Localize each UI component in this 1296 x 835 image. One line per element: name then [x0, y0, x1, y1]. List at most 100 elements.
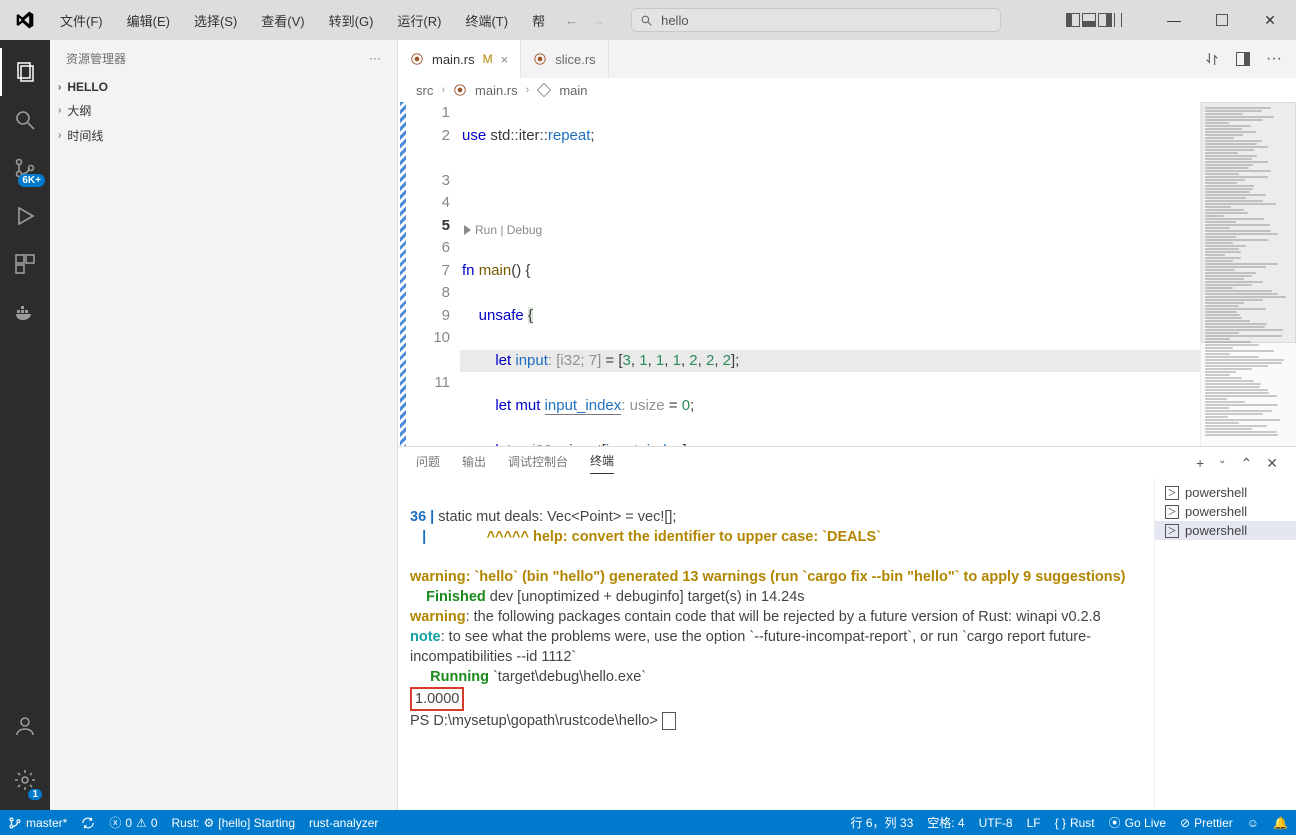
rust-file-icon — [410, 52, 424, 66]
new-terminal-icon[interactable]: + — [1196, 455, 1204, 472]
terminal-dropdown-icon[interactable]: ⌄ — [1218, 455, 1226, 472]
nav-arrows: ← → — [565, 13, 605, 28]
status-prettier[interactable]: ⊘ Prettier — [1180, 814, 1233, 831]
panel-tab-problems[interactable]: 问题 — [416, 453, 440, 474]
sidebar-title: 资源管理器 — [66, 50, 126, 67]
terminal-item[interactable]: ＞powershell — [1155, 521, 1296, 540]
sidebar-section-outline[interactable]: ›大纲 — [50, 98, 397, 123]
status-eol[interactable]: LF — [1027, 814, 1041, 831]
maximize-panel-icon[interactable]: ⌃ — [1241, 455, 1253, 472]
tab-label: slice.rs — [555, 52, 595, 67]
compare-changes-icon[interactable] — [1204, 51, 1220, 67]
toggle-secondary-sidebar-icon[interactable] — [1098, 13, 1112, 27]
panel-tab-output[interactable]: 输出 — [462, 453, 486, 474]
menu-edit[interactable]: 编辑(E) — [117, 7, 180, 34]
window-close-icon[interactable]: ✕ — [1250, 0, 1290, 40]
nav-fwd-icon[interactable]: → — [592, 13, 605, 28]
activity-bar: 6K+ 1 — [0, 40, 50, 810]
terminal-prompt: PS D:\mysetup\gopath\rustcode\hello> — [410, 713, 662, 729]
status-rust-analyzer[interactable]: rust-analyzer — [309, 816, 378, 830]
panel-tab-terminal[interactable]: 终端 — [590, 452, 614, 474]
activity-search-icon[interactable] — [0, 96, 50, 144]
status-warnings: 0 — [151, 816, 158, 830]
warning-icon: ⚠ — [136, 816, 147, 830]
t: Rust — [1070, 816, 1095, 830]
activity-account-icon[interactable] — [0, 702, 50, 750]
sidebar-section-folder[interactable]: ›HELLO — [50, 76, 397, 98]
activity-settings-icon[interactable]: 1 — [0, 756, 50, 804]
sidebar-section-label: 时间线 — [67, 127, 103, 144]
status-sync[interactable] — [81, 816, 95, 830]
menu-go[interactable]: 转到(G) — [319, 7, 384, 34]
status-rust[interactable]: Rust: ⚙ [hello] Starting — [172, 816, 296, 830]
t: | — [426, 509, 438, 525]
tab-slice-rs[interactable]: slice.rs — [521, 40, 608, 78]
t: Prettier — [1194, 816, 1233, 830]
editor-more-icon[interactable]: ··· — [1266, 50, 1282, 68]
brace-icon: { } — [1055, 816, 1066, 830]
terminal-name: powershell — [1185, 523, 1247, 538]
minimap[interactable] — [1200, 102, 1296, 446]
t: dev [unoptimized + debuginfo] target(s) … — [486, 589, 805, 605]
activity-scm-icon[interactable]: 6K+ — [0, 144, 50, 192]
status-branch[interactable]: master* — [8, 816, 67, 830]
command-center[interactable]: hello — [631, 8, 1001, 32]
activity-extensions-icon[interactable] — [0, 240, 50, 288]
tab-main-rs[interactable]: main.rs M × — [398, 40, 521, 78]
panel-tabs: 问题 输出 调试控制台 终端 + ⌄ ⌃ ✕ — [398, 447, 1296, 479]
activity-debug-icon[interactable] — [0, 192, 50, 240]
sidebar-section-timeline[interactable]: ›时间线 — [50, 123, 397, 148]
status-branch-name: master* — [26, 816, 67, 830]
status-problems[interactable]: ⓧ0 ⚠0 — [109, 814, 157, 831]
menu-selection[interactable]: 选择(S) — [184, 7, 247, 34]
status-go-live[interactable]: ⦿ Go Live — [1109, 814, 1166, 831]
branch-icon — [8, 816, 22, 830]
t: [hello] Starting — [218, 816, 295, 830]
broadcast-icon: ⦿ — [1109, 814, 1121, 831]
panel-tab-debug-console[interactable]: 调试控制台 — [508, 453, 568, 474]
toggle-panel-icon[interactable] — [1082, 13, 1096, 27]
main-menu: 文件(F) 编辑(E) 选择(S) 查看(V) 转到(G) 运行(R) 终端(T… — [50, 7, 555, 34]
tab-close-icon[interactable]: × — [501, 52, 509, 67]
code-content[interactable]: use std::iter::repeat; Run | Debug fn ma… — [460, 102, 1296, 446]
codelens-run-debug[interactable]: Run | Debug — [464, 219, 542, 242]
terminal-item[interactable]: ＞powershell — [1155, 502, 1296, 521]
breadcrumb[interactable]: src› main.rs› main — [398, 78, 1296, 102]
t: : to see what the problems were, use the… — [410, 629, 1091, 665]
command-center-text: hello — [661, 13, 688, 28]
menu-help[interactable]: 帮 — [522, 7, 555, 34]
status-bell-icon[interactable]: 🔔 — [1273, 814, 1288, 831]
breadcrumb-symbol[interactable]: main — [559, 83, 587, 98]
activity-docker-icon[interactable] — [0, 288, 50, 336]
status-language[interactable]: { } Rust — [1055, 814, 1095, 831]
breadcrumb-file[interactable]: main.rs — [475, 83, 518, 98]
terminal-item[interactable]: ＞powershell — [1155, 483, 1296, 502]
t: ^^^^^ — [430, 529, 533, 545]
window-maximize-icon[interactable] — [1202, 0, 1242, 40]
close-panel-icon[interactable]: ✕ — [1266, 455, 1278, 472]
code-editor[interactable]: 1234567891011 use std::iter::repeat; Run… — [398, 102, 1296, 446]
menu-terminal[interactable]: 终端(T) — [455, 7, 518, 34]
block-icon: ⊘ — [1180, 816, 1190, 830]
menu-file[interactable]: 文件(F) — [50, 7, 113, 34]
nav-back-icon[interactable]: ← — [565, 13, 578, 28]
toggle-primary-sidebar-icon[interactable] — [1066, 13, 1080, 27]
split-editor-icon[interactable] — [1236, 52, 1250, 66]
status-cursor-pos[interactable]: 行 6，列 33 — [851, 814, 914, 831]
terminal-output[interactable]: 36 | static mut deals: Vec<Point> = vec!… — [398, 479, 1154, 810]
rust-file-icon — [533, 52, 547, 66]
sidebar-more-icon[interactable]: ··· — [369, 51, 381, 65]
t: : `hello` (bin "hello") generated 13 war… — [466, 569, 1126, 585]
terminal-name: powershell — [1185, 504, 1247, 519]
customize-layout-icon[interactable] — [1114, 13, 1122, 27]
menu-view[interactable]: 查看(V) — [251, 7, 314, 34]
status-encoding[interactable]: UTF-8 — [979, 814, 1013, 831]
activity-explorer-icon[interactable] — [0, 48, 50, 96]
menu-run[interactable]: 运行(R) — [387, 7, 451, 34]
status-feedback-icon[interactable]: ☺ — [1247, 814, 1259, 831]
sidebar-section-label: 大纲 — [67, 102, 91, 119]
breadcrumb-folder[interactable]: src — [416, 83, 433, 98]
window-minimize-icon[interactable]: — — [1154, 0, 1194, 40]
status-indent[interactable]: 空格: 4 — [927, 814, 964, 831]
t: Go Live — [1125, 816, 1166, 830]
